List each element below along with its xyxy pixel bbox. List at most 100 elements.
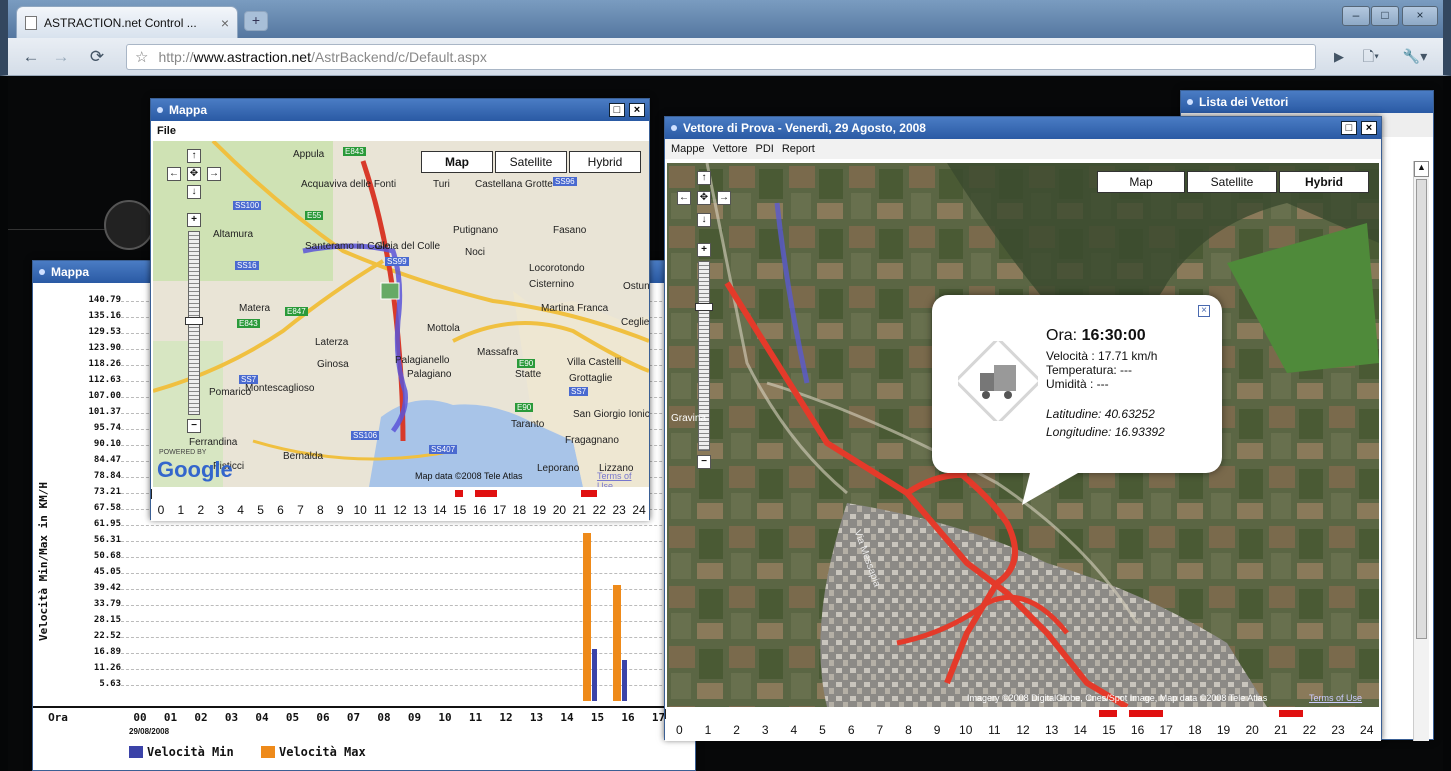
zoom-out-icon[interactable]: − bbox=[697, 455, 711, 469]
map-type-hybrid-button[interactable]: Hybrid bbox=[569, 151, 641, 173]
zoom-in-icon[interactable]: + bbox=[697, 243, 711, 257]
terms-link[interactable]: Terms of Use bbox=[597, 471, 649, 487]
place-label: Putignano bbox=[453, 225, 499, 236]
timeline-hour-label: 2 bbox=[197, 503, 205, 517]
zoom-out-icon[interactable]: − bbox=[187, 419, 201, 433]
page-menu-icon[interactable]: 🗋▾ bbox=[1358, 46, 1384, 68]
pan-up-icon[interactable]: ↑ bbox=[187, 149, 201, 163]
latitudine-text: Latitudine: 40.63252 bbox=[1046, 407, 1155, 421]
terms-link[interactable]: Terms of Use bbox=[1309, 693, 1362, 703]
pan-left-icon[interactable]: ← bbox=[167, 167, 181, 181]
url-scheme: http:// bbox=[158, 49, 194, 65]
x-tick-label: 07 bbox=[346, 711, 361, 724]
x-tick-label: 03 bbox=[224, 711, 239, 724]
timeline-hour-label: 22 bbox=[1302, 723, 1317, 737]
timeline-small[interactable]: 0 1 2 3 4 5 6 7 8 9 10 11 12 13 14 15 16 17 18 19 20 21 22 23 24 bbox=[151, 487, 649, 521]
timeline-hour-label: 10 bbox=[959, 723, 973, 737]
road-shield: E90 bbox=[515, 403, 534, 412]
pan-center-icon[interactable]: ✥ bbox=[187, 167, 201, 181]
star-icon[interactable]: ☆ bbox=[135, 48, 148, 66]
timeline-hour-label: 17 bbox=[1159, 723, 1173, 737]
close-icon[interactable]: × bbox=[629, 103, 645, 117]
timeline-hour-label: 14 bbox=[1073, 723, 1087, 737]
road-shield: E843 bbox=[343, 147, 366, 156]
map-type-map-button[interactable]: Map bbox=[421, 151, 493, 173]
timeline-hours: 0 1 2 3 4 5 6 7 8 9 10 11 12 13 14 15 16 17 18 19 20 21 22 23 24 bbox=[665, 723, 1381, 741]
timeline-hour-label: 19 bbox=[532, 503, 547, 517]
timeline-hour-label: 16 bbox=[473, 503, 487, 517]
road-shield: SS7 bbox=[239, 375, 259, 384]
road-map[interactable]: Appula Acquaviva delle Fonti Turi Castellan… bbox=[153, 141, 649, 487]
pan-down-icon[interactable]: ↓ bbox=[187, 185, 201, 199]
ora-label: Ora: 16:30:00 bbox=[1046, 327, 1146, 344]
timeline-hour-label: 24 bbox=[1360, 723, 1374, 737]
timeline-hour-label: 9 bbox=[933, 723, 941, 737]
window-title: Mappa bbox=[151, 99, 649, 121]
timeline-hour-label: 8 bbox=[316, 503, 324, 517]
pan-center-icon[interactable]: ✥ bbox=[697, 191, 711, 205]
x-tick-label: 05 bbox=[285, 711, 300, 724]
pan-left-icon[interactable]: ← bbox=[677, 191, 691, 205]
timeline-hour-label: 15 bbox=[453, 503, 467, 517]
map-type-map-button[interactable]: Map bbox=[1097, 171, 1185, 193]
close-window-button[interactable]: × bbox=[1402, 6, 1438, 26]
browser-tab[interactable]: ASTRACTION.net Control ... × bbox=[16, 6, 238, 38]
pan-down-icon[interactable]: ↓ bbox=[697, 213, 711, 227]
x-tick-label: 00 bbox=[133, 711, 147, 724]
timeline-hour-label: 17 bbox=[492, 503, 507, 517]
bar-max bbox=[613, 585, 621, 701]
timeline-hours: 0 1 2 3 4 5 6 7 8 9 10 11 12 13 14 15 16 17 18 19 20 21 22 23 24 bbox=[151, 503, 649, 521]
close-icon[interactable]: × bbox=[1361, 121, 1377, 135]
minimize-button[interactable]: – bbox=[1342, 6, 1370, 26]
map-type-hybrid-button[interactable]: Hybrid bbox=[1279, 171, 1369, 193]
tab-close-icon[interactable]: × bbox=[221, 15, 229, 31]
timeline-hour-label: 6 bbox=[847, 723, 855, 737]
timeline-hour-label: 13 bbox=[1044, 723, 1059, 737]
pan-right-icon[interactable]: → bbox=[207, 167, 221, 181]
place-label: Acquaviva delle Fonti bbox=[301, 179, 397, 190]
timeline-hour-label: 4 bbox=[237, 503, 244, 517]
menu-report[interactable]: Report bbox=[782, 139, 815, 159]
timeline-hour-label: 21 bbox=[572, 503, 586, 517]
timeline-main[interactable]: 0 1 2 3 4 5 6 7 8 9 10 11 12 13 14 15 16 17 18 19 20 21 22 23 24 bbox=[665, 707, 1381, 741]
play-icon[interactable]: ▶ bbox=[1326, 46, 1352, 68]
pan-right-icon[interactable]: → bbox=[717, 191, 731, 205]
maximize-icon[interactable]: □ bbox=[1341, 121, 1357, 135]
place-label: Matera bbox=[239, 303, 271, 314]
close-popup-icon[interactable]: × bbox=[1198, 305, 1210, 317]
place-label: Castellana Grotte bbox=[475, 179, 553, 190]
scroll-up-icon[interactable]: ▲ bbox=[1414, 161, 1429, 177]
reload-icon[interactable]: ⟳ bbox=[84, 46, 110, 68]
wrench-icon[interactable]: 🔧▾ bbox=[1402, 46, 1428, 68]
place-label: Noci bbox=[465, 247, 486, 258]
pan-up-icon[interactable]: ↑ bbox=[697, 171, 711, 185]
menu-pdi[interactable]: PDI bbox=[756, 139, 774, 159]
scroll-thumb[interactable] bbox=[1416, 179, 1427, 639]
timeline-hour-label: 18 bbox=[512, 503, 527, 517]
maximize-icon[interactable]: □ bbox=[609, 103, 625, 117]
menu-mappe[interactable]: Mappe bbox=[671, 139, 705, 159]
menu-bar: File bbox=[151, 121, 649, 141]
zoom-knob[interactable] bbox=[695, 303, 713, 311]
address-bar[interactable]: ☆ http://www.astraction.net/AstrBackend/… bbox=[126, 44, 1316, 70]
new-tab-button[interactable]: + bbox=[244, 11, 268, 31]
maximize-button[interactable]: □ bbox=[1371, 6, 1399, 26]
road-shield: SS407 bbox=[429, 445, 458, 454]
back-icon[interactable]: ← bbox=[18, 46, 44, 68]
menu-vettore[interactable]: Vettore bbox=[713, 139, 748, 159]
map-attribution: Map data ©2008 Tele Atlas bbox=[415, 471, 523, 481]
scrollbar[interactable]: ▲ bbox=[1413, 161, 1429, 741]
timeline-hour-label: 2 bbox=[733, 723, 740, 737]
menu-file[interactable]: File bbox=[157, 121, 176, 141]
zoom-in-icon[interactable]: + bbox=[187, 213, 201, 227]
url-path: /AstrBackend/c/Default.aspx bbox=[310, 49, 487, 65]
zoom-knob[interactable] bbox=[185, 317, 203, 325]
road-shield: E847 bbox=[285, 307, 308, 316]
map-type-satellite-button[interactable]: Satellite bbox=[1187, 171, 1277, 193]
place-label: Locorotondo bbox=[529, 263, 585, 274]
timeline-ticks bbox=[665, 709, 1381, 719]
umidita-text: Umidità : --- bbox=[1046, 377, 1109, 391]
place-label: Leporano bbox=[537, 463, 580, 474]
map-type-satellite-button[interactable]: Satellite bbox=[495, 151, 567, 173]
forward-icon[interactable]: → bbox=[48, 46, 74, 68]
